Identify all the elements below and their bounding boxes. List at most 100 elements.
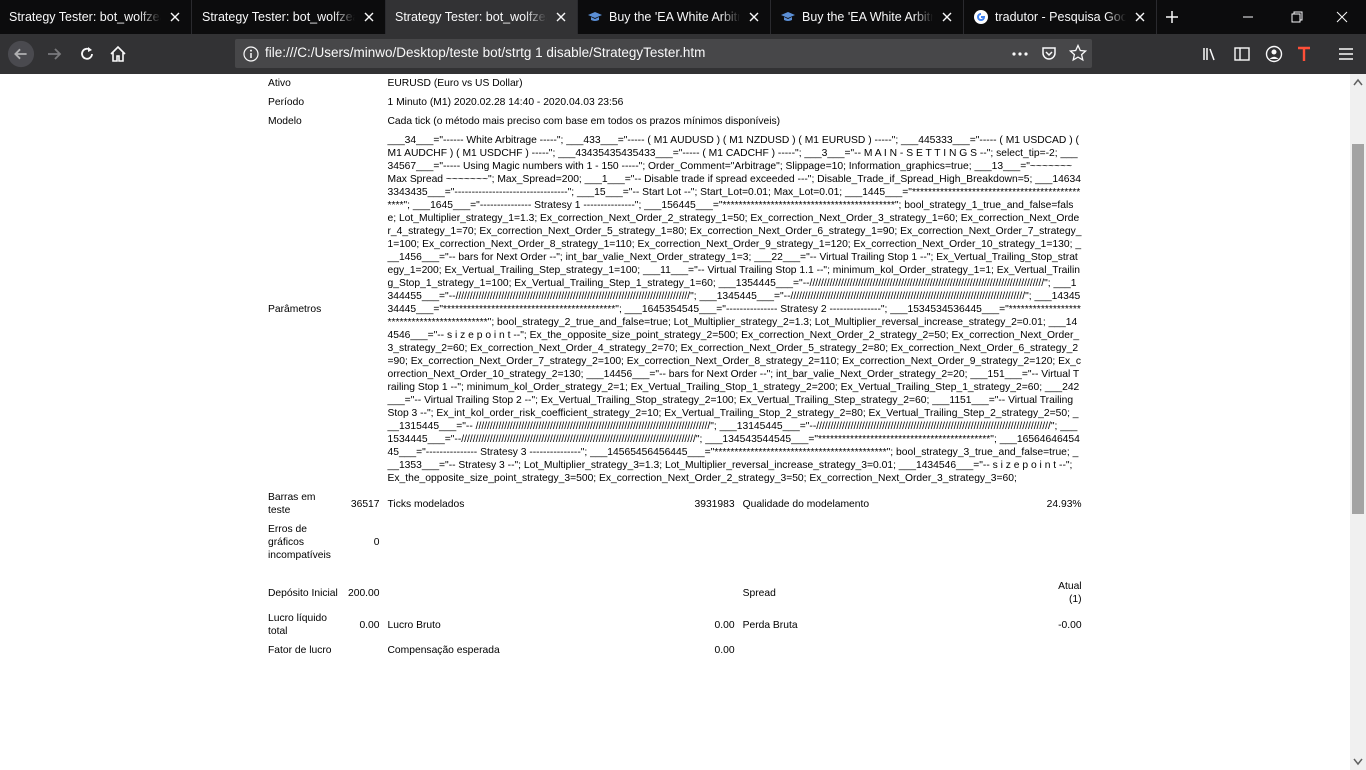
spacer-row	[264, 565, 1086, 577]
pocket-icon[interactable]	[1041, 45, 1057, 61]
qualidade-label: Qualidade do modelamento	[742, 498, 870, 510]
close-icon[interactable]	[361, 9, 377, 25]
forward-arrow-icon	[48, 48, 62, 60]
lucro-liquido-value: 0.00	[359, 619, 380, 631]
sidebar-button[interactable]	[1228, 40, 1256, 68]
restore-button[interactable]	[1283, 3, 1311, 31]
back-button[interactable]	[7, 40, 35, 68]
address-bar[interactable]: file:///C:/Users/minwo/Desktop/teste bot…	[235, 39, 1092, 68]
fator-value	[344, 641, 384, 660]
spread-value: Atual (1)	[1058, 581, 1082, 605]
page-actions-icon[interactable]	[1011, 46, 1029, 62]
perda-bruta-value: -0.00	[1058, 619, 1082, 631]
reload-icon	[81, 47, 93, 60]
perda-bruta-label: Perda Bruta	[742, 619, 798, 631]
extension-t-icon	[1298, 46, 1310, 61]
table-row: Depósito Inicial 200.00 Spread Atual (1)	[264, 577, 1086, 609]
scroll-up-arrow-icon[interactable]	[1353, 78, 1363, 86]
google-icon	[974, 10, 988, 24]
tab-title: tradutor - Pesquisa Google	[995, 10, 1126, 24]
close-icon[interactable]	[746, 9, 762, 25]
tab-title: Strategy Tester: bot_wolfzeach	[395, 10, 547, 24]
tab-strategy-tester-2[interactable]: Strategy Tester: bot_wolfzeach	[193, 0, 386, 34]
restore-icon	[1291, 11, 1303, 23]
tab-title: Strategy Tester: bot_wolfzeach	[9, 10, 161, 24]
tab-title: Buy the 'EA White Arbitrage'	[609, 10, 740, 24]
close-icon[interactable]	[553, 9, 569, 25]
modelo-label: Modelo	[268, 116, 302, 127]
spread-label: Spread	[742, 587, 776, 599]
table-row: Ativo EURUSD (Euro vs US Dollar)	[264, 74, 1086, 93]
report-table: Ativo EURUSD (Euro vs US Dollar) Período…	[264, 74, 1086, 660]
deposito-value: 200.00	[348, 587, 380, 599]
mortarboard-icon	[781, 12, 795, 21]
close-icon[interactable]	[939, 9, 955, 25]
forward-button[interactable]	[40, 40, 68, 68]
table-row: Barras em teste 36517 Ticks modelados 39…	[264, 488, 1086, 520]
sidebar-icon	[1234, 47, 1250, 61]
close-icon[interactable]	[167, 9, 183, 25]
compensacao-value: 0.00	[714, 645, 735, 656]
qualidade-value: 24.93%	[1046, 498, 1082, 510]
mortarboard-icon	[588, 12, 602, 21]
fator-label: Fator de lucro	[268, 645, 332, 656]
browser-chrome: Strategy Tester: bot_wolfzeach Strategy …	[0, 0, 1366, 74]
lucro-bruto-label: Lucro Bruto	[387, 619, 441, 631]
table-row: Modelo Cada tick (o método mais preciso …	[264, 112, 1086, 131]
close-window-button[interactable]	[1328, 3, 1356, 31]
page-content: Ativo EURUSD (Euro vs US Dollar) Período…	[0, 74, 1350, 770]
table-row: Período 1 Minuto (M1) 2020.02.28 14:40 -…	[264, 93, 1086, 112]
account-icon	[1265, 45, 1283, 63]
scrollbar-thumb[interactable]	[1352, 144, 1364, 514]
deposito-label: Depósito Inicial	[268, 587, 338, 599]
close-icon[interactable]	[1132, 9, 1148, 25]
url-text[interactable]: file:///C:/Users/minwo/Desktop/teste bot…	[265, 45, 705, 60]
account-button[interactable]	[1260, 40, 1288, 68]
barras-value: 36517	[350, 498, 380, 510]
tab-title: Strategy Tester: bot_wolfzeach	[202, 10, 355, 24]
compensacao-label: Compensação esperada	[387, 645, 500, 656]
parametros-label: Parâmetros	[268, 304, 322, 315]
periodo-value: 1 Minuto (M1) 2020.02.28 14:40 - 2020.04…	[387, 97, 624, 108]
erros-label: Erros de gráficos incompatíveis	[268, 524, 331, 561]
info-icon[interactable]	[243, 46, 259, 62]
ticks-label: Ticks modelados	[387, 498, 465, 510]
vertical-scrollbar[interactable]	[1350, 74, 1366, 770]
new-tab-button[interactable]	[1158, 3, 1186, 31]
tab-buy-ea-2[interactable]: Buy the 'EA White Arbitrage'	[771, 0, 964, 34]
reload-button[interactable]	[73, 40, 101, 68]
ticks-value: 3931983	[694, 498, 735, 510]
extension-button[interactable]	[1290, 40, 1318, 68]
scroll-down-arrow-icon[interactable]	[1353, 758, 1363, 766]
table-row: Erros de gráficos incompatíveis 0	[264, 520, 1086, 565]
menu-button[interactable]	[1332, 40, 1360, 68]
library-button[interactable]	[1196, 40, 1224, 68]
tab-strategy-tester-1[interactable]: Strategy Tester: bot_wolfzeach	[0, 0, 192, 34]
minimize-icon	[1243, 16, 1253, 18]
erros-value: 0	[373, 537, 380, 548]
ativo-label: Ativo	[268, 78, 291, 89]
tab-bar: Strategy Tester: bot_wolfzeach Strategy …	[0, 0, 1366, 34]
periodo-label: Período	[268, 97, 305, 108]
lucro-bruto-value: 0.00	[714, 619, 735, 631]
minimize-button[interactable]	[1234, 3, 1262, 31]
ativo-value: EURUSD (Euro vs US Dollar)	[387, 78, 523, 89]
close-icon	[1336, 11, 1348, 23]
table-row: Parâmetros ___34___="------ White Arbitr…	[264, 131, 1086, 488]
lucro-liquido-label: Lucro líquido total	[268, 613, 327, 637]
hamburger-menu-icon	[1339, 48, 1353, 60]
plus-icon	[1166, 11, 1178, 23]
tab-tradutor-google[interactable]: tradutor - Pesquisa Google	[964, 0, 1157, 34]
parametros-value: ___34___="------ White Arbitrage -----";…	[387, 135, 1082, 484]
library-icon	[1203, 48, 1215, 61]
tab-title: Buy the 'EA White Arbitrage'	[802, 10, 933, 24]
home-icon	[110, 45, 126, 62]
tab-buy-ea-1[interactable]: Buy the 'EA White Arbitrage'	[578, 0, 771, 34]
bookmark-star-icon[interactable]	[1069, 44, 1087, 62]
modelo-value: Cada tick (o método mais preciso com bas…	[387, 116, 781, 127]
table-row: Fator de lucro Compensação esperada 0.00	[264, 641, 1086, 660]
table-row: Lucro líquido total 0.00 Lucro Bruto 0.0…	[264, 609, 1086, 641]
home-button[interactable]	[104, 40, 132, 68]
tab-strategy-tester-3[interactable]: Strategy Tester: bot_wolfzeach	[386, 0, 578, 34]
back-arrow-icon	[7, 40, 35, 68]
